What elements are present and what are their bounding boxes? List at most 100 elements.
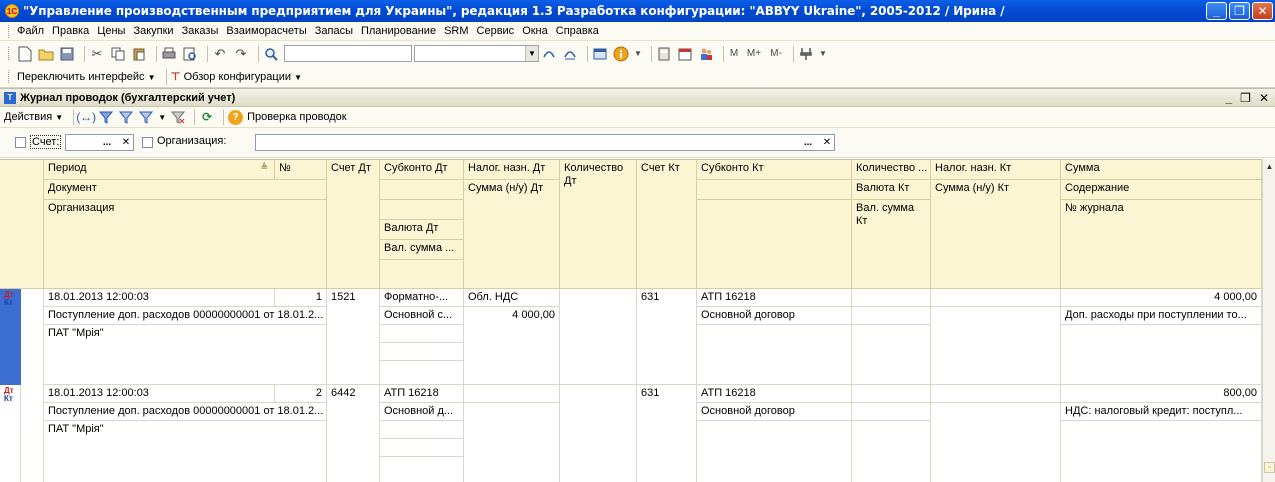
cell-content[interactable]: НДС: налоговый кредит: поступл... xyxy=(1061,403,1262,421)
config-overview-button[interactable]: ⊤ Обзор конфигурации ▼ xyxy=(171,70,302,83)
cell-account-dt[interactable]: 1521 xyxy=(327,289,380,385)
menu-stock[interactable]: Запасы xyxy=(315,25,353,37)
cell-account-dt[interactable]: 6442 xyxy=(327,385,380,482)
menu-help[interactable]: Справка xyxy=(556,25,599,37)
find-prev-icon[interactable] xyxy=(562,46,578,62)
minimize-button[interactable]: _ xyxy=(1206,2,1227,20)
cell-sum-nu-kt[interactable] xyxy=(931,403,1061,482)
journal-restore-button[interactable]: ❐ xyxy=(1240,91,1251,105)
menu-prices[interactable]: Цены xyxy=(97,25,125,37)
search-combo[interactable]: ▼ xyxy=(414,45,539,62)
cell-qty-kt[interactable] xyxy=(852,385,931,403)
cell-journal-no[interactable] xyxy=(1061,325,1262,385)
cell-qty-kt[interactable] xyxy=(852,289,931,307)
interval-icon[interactable]: (↔) xyxy=(76,109,96,125)
organization-filter-checkbox[interactable] xyxy=(142,137,153,148)
cell-tax-dt[interactable]: Обл. НДС xyxy=(464,289,560,307)
cell-subkonto-kt-1[interactable]: АТП 16218 xyxy=(697,385,852,403)
table-row[interactable]: Дт Кт 18.01.2013 12:00:03 1 Поступление д… xyxy=(0,289,1262,385)
paste-icon[interactable] xyxy=(131,46,147,62)
header-content[interactable]: Содержание xyxy=(1061,180,1262,200)
windows-icon[interactable] xyxy=(592,46,608,62)
memory-minus-button[interactable]: M- xyxy=(768,46,784,62)
header-account-kt[interactable]: Счет Кт xyxy=(637,160,697,289)
row-marker[interactable]: Дт Кт xyxy=(0,385,21,482)
cell-number[interactable]: 1 xyxy=(275,289,327,307)
account-filter-input[interactable]: ... ✕ xyxy=(65,134,134,151)
cell-sum[interactable]: 4 000,00 xyxy=(1061,289,1262,307)
organization-select-button[interactable]: ... xyxy=(796,135,820,150)
menu-planning[interactable]: Планирование xyxy=(361,25,436,37)
header-tax-kt[interactable]: Налог. назн. Кт xyxy=(931,160,1061,180)
account-clear-icon[interactable]: ✕ xyxy=(119,135,133,150)
cell-subkonto-dt-1[interactable]: АТП 16218 xyxy=(380,385,464,403)
find-next-icon[interactable] xyxy=(541,46,557,62)
scroll-resize-grip-icon[interactable]: ▫ xyxy=(1264,462,1275,473)
header-qty-dt[interactable]: Количество Дт xyxy=(560,160,637,289)
chevron-down-icon[interactable]: ▼ xyxy=(634,46,642,62)
info-icon[interactable] xyxy=(613,46,629,62)
cut-icon[interactable]: ✂ xyxy=(89,46,105,62)
menu-file[interactable]: Файл xyxy=(17,25,44,37)
clear-filter-icon[interactable] xyxy=(170,109,186,125)
header-val-sum-kt[interactable]: Вал. сумма Кт xyxy=(852,200,931,289)
cell-subkonto-dt-2[interactable]: Основной с... xyxy=(380,307,464,325)
menu-settlements[interactable]: Взаиморасчеты xyxy=(226,25,306,37)
cell-sum[interactable]: 800,00 xyxy=(1061,385,1262,403)
cell-journal-no[interactable] xyxy=(1061,421,1262,482)
cell-val-sum-kt[interactable] xyxy=(852,421,931,482)
organization-filter-input[interactable]: ... ✕ xyxy=(255,134,835,151)
menu-srm[interactable]: SRM xyxy=(444,25,468,37)
cell-content[interactable]: Доп. расходы при поступлении то... xyxy=(1061,307,1262,325)
account-select-button[interactable]: ... xyxy=(95,135,119,150)
cell-currency-dt[interactable] xyxy=(380,439,464,457)
cell-sum-nu-dt[interactable] xyxy=(464,403,560,482)
close-button[interactable]: ✕ xyxy=(1252,2,1273,20)
cell-sum-nu-kt[interactable] xyxy=(931,307,1061,385)
header-subkonto-kt[interactable]: Субконто Кт xyxy=(697,160,852,180)
cell-document[interactable]: Поступление доп. расходов 00000000001 от… xyxy=(44,307,327,325)
new-document-icon[interactable] xyxy=(17,46,33,62)
settings-icon[interactable] xyxy=(798,46,814,62)
cell-period[interactable]: 18.01.2013 12:00:03 xyxy=(44,385,275,403)
header-sum-nu-kt[interactable]: Сумма (н/у) Кт xyxy=(931,180,1061,289)
chevron-down-icon[interactable]: ▼ xyxy=(819,46,827,62)
undo-icon[interactable]: ↶ xyxy=(212,46,228,62)
chevron-down-icon[interactable]: ▼ xyxy=(158,113,166,122)
search-input[interactable] xyxy=(284,45,412,62)
cell-subkonto-kt-3[interactable] xyxy=(697,421,852,482)
header-sum[interactable]: Сумма xyxy=(1061,160,1262,180)
cell-organization[interactable]: ПАТ "Мрія" xyxy=(44,421,327,482)
cell-subkonto-kt-2[interactable]: Основной договор xyxy=(697,403,852,421)
cell-tax-dt[interactable] xyxy=(464,385,560,403)
cell-subkonto-dt-2[interactable]: Основной д... xyxy=(380,403,464,421)
cell-val-sum-dt[interactable] xyxy=(380,457,464,482)
check-entries-button[interactable]: Проверка проводок xyxy=(247,111,346,123)
chevron-down-icon[interactable]: ▼ xyxy=(525,46,538,61)
search-icon[interactable] xyxy=(263,46,279,62)
save-icon[interactable] xyxy=(59,46,75,62)
scroll-up-icon[interactable]: ▲ xyxy=(1263,159,1275,173)
row-marker-selected[interactable]: Дт Кт xyxy=(0,289,21,385)
cell-currency-kt[interactable] xyxy=(852,403,931,421)
menu-service[interactable]: Сервис xyxy=(477,25,515,37)
redo-icon[interactable]: ↷ xyxy=(233,46,249,62)
cell-tax-kt[interactable] xyxy=(931,289,1061,307)
header-number[interactable]: № xyxy=(275,160,327,180)
vertical-scrollbar[interactable]: ▲ ▫ xyxy=(1262,159,1275,482)
cell-qty-dt[interactable] xyxy=(560,385,637,482)
header-qty-kt[interactable]: Количество ... xyxy=(852,160,931,180)
cell-organization[interactable]: ПАТ "Мрія" xyxy=(44,325,327,385)
cell-subkonto-dt-3[interactable] xyxy=(380,421,464,439)
journal-minimize-button[interactable]: _ xyxy=(1225,91,1232,105)
filter-set-icon[interactable] xyxy=(98,109,114,125)
print-preview-icon[interactable] xyxy=(182,46,198,62)
cell-subkonto-dt-3[interactable] xyxy=(380,325,464,343)
header-currency-dt[interactable]: Валюта Дт xyxy=(380,220,464,240)
cell-period[interactable]: 18.01.2013 12:00:03 xyxy=(44,289,275,307)
copy-icon[interactable] xyxy=(110,46,126,62)
header-tax-dt[interactable]: Налог. назн. Дт xyxy=(464,160,560,180)
maximize-button[interactable]: ❐ xyxy=(1229,2,1250,20)
header-val-sum-dt[interactable]: Вал. сумма ... xyxy=(380,240,464,260)
header-sum-nu-dt[interactable]: Сумма (н/у) Дт xyxy=(464,180,560,289)
